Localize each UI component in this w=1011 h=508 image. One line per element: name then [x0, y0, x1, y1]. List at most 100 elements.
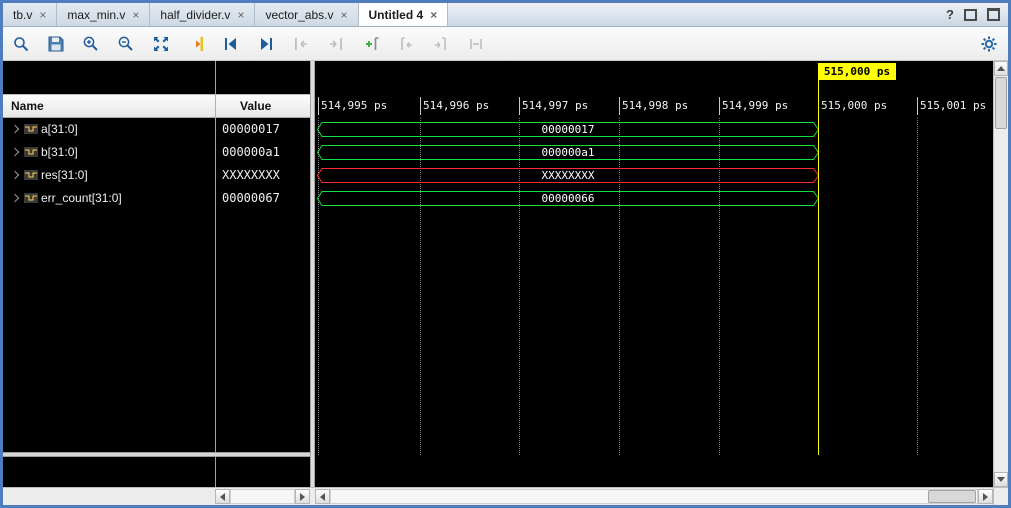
zoom-in-button[interactable] [79, 32, 103, 56]
bus-value-label: XXXXXXXX [317, 169, 819, 182]
tab-label: tb.v [13, 8, 32, 22]
scroll-down-button[interactable] [994, 472, 1008, 487]
swap-cursors-button[interactable] [464, 32, 488, 56]
tab-vector-abs-v[interactable]: vector_abs.v × [255, 3, 358, 26]
triangle-up-icon [997, 66, 1005, 71]
ruler-tick [619, 97, 620, 115]
signal-name: err_count[31:0] [41, 191, 122, 205]
signal-value: 00000067 [222, 191, 280, 205]
close-icon[interactable]: × [341, 9, 348, 21]
float-window-icon[interactable] [964, 9, 977, 21]
bus-value-label: 00000017 [317, 123, 819, 136]
help-button[interactable]: ? [946, 7, 954, 22]
names-scroll-left-button[interactable] [215, 489, 230, 504]
bus-value-label: 00000066 [317, 192, 819, 205]
signal-row-b[interactable]: b[31:0] 000000a1 [3, 141, 310, 164]
next-transition-button[interactable] [324, 32, 348, 56]
signal-value: XXXXXXXX [222, 168, 280, 182]
tab-label: half_divider.v [160, 8, 230, 22]
signal-row-a[interactable]: a[31:0] 00000017 [3, 118, 310, 141]
vertical-scrollbar[interactable] [993, 61, 1008, 487]
zoom-fit-button[interactable] [149, 32, 173, 56]
bottom-scrollbar-band [3, 487, 1008, 505]
ruler-tick-label: 514,999 ps [722, 99, 788, 112]
zoom-out-button[interactable] [114, 32, 138, 56]
bus-signal-icon [24, 147, 38, 157]
signal-row-res[interactable]: res[31:0] XXXXXXXX [3, 164, 310, 187]
waveform-canvas[interactable]: 515,000 ps 514,995 ps 514,996 ps 514,997… [315, 61, 993, 505]
ruler-tick-label: 515,000 ps [821, 99, 887, 112]
add-marker-icon [362, 35, 380, 53]
vertical-scrollbar-thumb[interactable] [995, 77, 1007, 129]
bus-wave-a: 00000017 [317, 122, 819, 137]
tab-tb-v[interactable]: tb.v × [3, 3, 57, 26]
find-icon [12, 35, 30, 53]
close-icon[interactable]: × [237, 9, 244, 21]
column-header-value: Value [240, 99, 271, 113]
signal-name: res[31:0] [41, 168, 88, 182]
ruler-tick [719, 97, 720, 115]
ruler-tick-label: 514,997 ps [522, 99, 588, 112]
save-icon [47, 35, 65, 53]
expand-chevron-icon[interactable] [11, 171, 19, 179]
expand-chevron-icon[interactable] [11, 125, 19, 133]
bus-wave-b: 000000a1 [317, 145, 819, 160]
zoom-fit-icon [152, 35, 170, 53]
wave-hscrollbar-thumb[interactable] [928, 490, 976, 503]
column-header-name: Name [11, 99, 44, 113]
tab-label: Untitled 4 [369, 8, 424, 22]
signal-value: 00000017 [222, 122, 280, 136]
waveform-toolbar [3, 27, 1008, 61]
expand-chevron-icon[interactable] [11, 148, 19, 156]
next-marker-button[interactable] [429, 32, 453, 56]
next-transition-icon [327, 35, 345, 53]
close-icon[interactable]: × [430, 9, 437, 21]
ruler-tick [318, 97, 319, 115]
wave-scroll-left-button[interactable] [315, 489, 330, 504]
signals-column-header: Name Value [3, 94, 310, 118]
close-icon[interactable]: × [39, 9, 46, 21]
waveform-viewer-window: tb.v × max_min.v × half_divider.v × vect… [0, 0, 1011, 508]
close-icon[interactable]: × [132, 9, 139, 21]
previous-transition-icon [292, 35, 310, 53]
ruler-tick-label: 514,998 ps [622, 99, 688, 112]
expand-chevron-icon[interactable] [11, 194, 19, 202]
add-marker-button[interactable] [359, 32, 383, 56]
save-button[interactable] [44, 32, 68, 56]
names-panel-horizontal-divider[interactable] [3, 452, 310, 457]
signal-row-err-count[interactable]: err_count[31:0] 00000067 [3, 187, 310, 210]
bus-signal-icon [24, 193, 38, 203]
tab-max-min-v[interactable]: max_min.v × [57, 3, 150, 26]
tab-bar: tb.v × max_min.v × half_divider.v × vect… [3, 3, 1008, 27]
signal-name: a[31:0] [41, 122, 78, 136]
next-marker-icon [432, 35, 450, 53]
wave-scroll-right-button[interactable] [978, 489, 993, 504]
header-column-splitter[interactable] [215, 95, 216, 119]
go-to-time-0-button[interactable] [219, 32, 243, 56]
maximize-window-icon[interactable] [987, 8, 1000, 21]
previous-marker-button[interactable] [394, 32, 418, 56]
previous-transition-button[interactable] [289, 32, 313, 56]
tab-untitled-4[interactable]: Untitled 4 × [359, 3, 449, 26]
tab-label: max_min.v [67, 8, 125, 22]
scroll-up-button[interactable] [994, 61, 1008, 76]
go-to-last-time-icon [257, 35, 275, 53]
waveform-main-area: Name Value a[31:0] 00000017 b[31:0] 0000… [3, 61, 1008, 505]
cursor-time-label: 515,000 ps [818, 63, 896, 80]
scrollbar-corner [993, 487, 1008, 505]
gridline [917, 118, 918, 455]
settings-button[interactable] [977, 32, 1001, 56]
find-button[interactable] [9, 32, 33, 56]
names-hscrollbar-track[interactable] [230, 489, 295, 504]
wave-hscrollbar-track[interactable] [330, 489, 978, 504]
names-scroll-right-button[interactable] [295, 489, 310, 504]
gear-icon [980, 35, 998, 53]
triangle-left-icon [320, 493, 325, 501]
panel-waveform-splitter[interactable] [310, 61, 315, 505]
ruler-tick [420, 97, 421, 115]
time-cursor-line[interactable] [818, 80, 819, 455]
zoom-to-cursor-button[interactable] [184, 32, 208, 56]
tab-half-divider-v[interactable]: half_divider.v × [150, 3, 255, 26]
ruler-tick-label: 514,996 ps [423, 99, 489, 112]
go-to-last-time-button[interactable] [254, 32, 278, 56]
